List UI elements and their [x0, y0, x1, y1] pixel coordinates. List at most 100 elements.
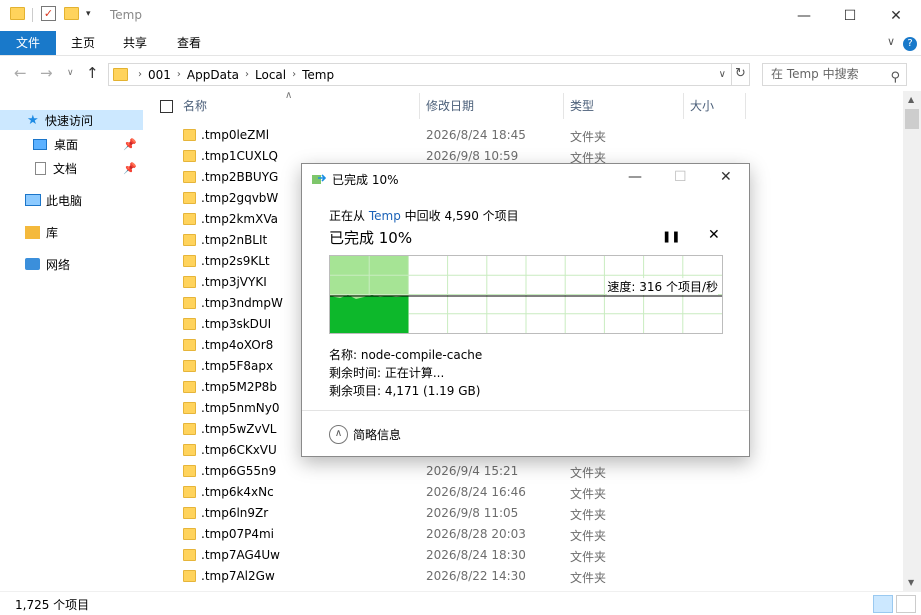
tab-share[interactable]: 共享	[109, 31, 161, 55]
pin-icon[interactable]: 📌	[123, 162, 137, 175]
file-type: 文件夹	[570, 130, 607, 144]
fewer-details-toggle[interactable]: ∧ 简略信息	[329, 425, 401, 444]
breadcrumb-appdata[interactable]: AppData	[181, 68, 245, 82]
properties-icon[interactable]: ✓	[41, 6, 56, 21]
sidebar-item-this-pc[interactable]: 此电脑	[0, 190, 143, 210]
tab-file[interactable]: 文件	[0, 31, 56, 55]
new-folder-icon[interactable]	[64, 7, 79, 20]
folder-icon	[183, 276, 196, 288]
file-name[interactable]: .tmp6k4xNc	[201, 485, 274, 499]
file-type: 文件夹	[570, 508, 607, 522]
file-name[interactable]: .tmp7AG4Uw	[201, 548, 280, 562]
file-name[interactable]: .tmp07P4mi	[201, 527, 274, 541]
file-name[interactable]: .tmp5wZvVL	[201, 422, 277, 436]
vertical-scrollbar[interactable]: ▲ ▼	[903, 91, 921, 591]
pin-icon[interactable]: 📌	[123, 138, 137, 151]
file-name[interactable]: .tmp6G55n9	[201, 464, 276, 478]
pause-button[interactable]: ❚❚	[662, 230, 680, 243]
file-name[interactable]: .tmp6ln9Zr	[201, 506, 268, 520]
file-name[interactable]: .tmp5M2P8b	[201, 380, 277, 394]
column-divider[interactable]	[419, 93, 420, 119]
table-row[interactable]: .tmp0leZMl 2026/8/24 18:45 文件夹	[147, 125, 903, 146]
up-arrow-icon[interactable]: ↑	[86, 64, 99, 82]
file-name[interactable]: .tmp2gqvbW	[201, 191, 278, 205]
file-name[interactable]: .tmp2BBUYG	[201, 170, 278, 184]
folder-icon	[183, 318, 196, 330]
item-name: 名称: node-compile-cache	[329, 348, 483, 362]
file-name[interactable]: .tmp2s9KLt	[201, 254, 270, 268]
cancel-button[interactable]: ✕	[708, 227, 720, 243]
help-icon[interactable]: ?	[903, 37, 917, 51]
file-name[interactable]: .tmp2nBLIt	[201, 233, 267, 247]
file-name[interactable]: .tmp3jVYKI	[201, 275, 267, 289]
large-icons-view-icon[interactable]	[896, 595, 916, 613]
table-row[interactable]: .tmp6k4xNc 2026/8/24 16:46 文件夹	[147, 482, 903, 503]
sidebar-item-quick-access[interactable]: ★ 快速访问	[0, 110, 143, 130]
customize-toolbar-icon[interactable]: ▾	[86, 9, 91, 19]
folder-icon	[183, 360, 196, 372]
sidebar-item-documents[interactable]: 文档 📌	[0, 158, 143, 178]
sidebar-item-network[interactable]: 网络	[0, 254, 143, 274]
tab-view[interactable]: 查看	[163, 31, 215, 55]
folder-icon	[183, 171, 196, 183]
progress-headline: 已完成 10%	[329, 229, 413, 247]
fewer-details-label: 简略信息	[353, 428, 402, 442]
sidebar-item-label: 网络	[46, 257, 71, 272]
search-input[interactable]: 在 Temp 中搜索 ⚲	[762, 63, 907, 86]
speed-area	[330, 295, 409, 333]
folder-icon	[183, 213, 196, 225]
column-header-date[interactable]: 修改日期	[426, 91, 474, 121]
column-divider[interactable]	[563, 93, 564, 119]
sidebar-item-label: 桌面	[54, 137, 79, 152]
column-header-type[interactable]: 类型	[570, 91, 594, 121]
column-divider[interactable]	[745, 93, 746, 119]
dialog-minimize-button[interactable]: —	[628, 169, 642, 185]
file-name[interactable]: .tmp5nmNy0	[201, 401, 279, 415]
sidebar-item-libraries[interactable]: 库	[0, 222, 143, 242]
sidebar-item-label: 文档	[53, 161, 78, 176]
file-name[interactable]: .tmp5F8apx	[201, 359, 273, 373]
address-dropdown-icon[interactable]: ∨	[714, 69, 731, 80]
select-all-checkbox[interactable]	[160, 100, 173, 113]
close-button[interactable]: ✕	[873, 0, 919, 31]
column-divider[interactable]	[683, 93, 684, 119]
recent-locations-icon[interactable]: ∨	[67, 68, 74, 78]
file-name[interactable]: .tmp7Al2Gw	[201, 569, 275, 583]
details-view-icon[interactable]	[873, 595, 893, 613]
source-folder-link[interactable]: Temp	[369, 209, 401, 223]
ribbon-expand-icon[interactable]: ∨	[887, 35, 895, 48]
folder-icon	[10, 7, 25, 20]
file-name[interactable]: .tmp3ndmpW	[201, 296, 283, 310]
file-name[interactable]: .tmp4oXOr8	[201, 338, 273, 352]
forward-arrow-icon[interactable]: →	[40, 64, 53, 82]
table-row[interactable]: .tmp07P4mi 2026/8/28 20:03 文件夹	[147, 524, 903, 545]
breadcrumb-001[interactable]: 001	[142, 68, 177, 82]
table-row[interactable]: .tmp7AG4Uw 2026/8/24 18:30 文件夹	[147, 545, 903, 566]
scroll-down-icon[interactable]: ▼	[908, 578, 914, 587]
scroll-up-icon[interactable]: ▲	[908, 95, 914, 104]
table-row[interactable]: .tmp7Al2Gw 2026/8/22 14:30 文件夹	[147, 566, 903, 587]
breadcrumb-temp[interactable]: Temp	[296, 68, 340, 82]
refresh-icon[interactable]: ↻	[731, 64, 749, 85]
breadcrumb-local[interactable]: Local	[249, 68, 292, 82]
file-name[interactable]: .tmp2kmXVa	[201, 212, 278, 226]
file-name[interactable]: .tmp6CKxVU	[201, 443, 277, 457]
address-bar[interactable]: › 001 › AppData › Local › Temp ∨ ↻	[108, 63, 750, 86]
dialog-close-button[interactable]: ✕	[720, 169, 732, 185]
maximize-button[interactable]: ☐	[827, 0, 873, 31]
column-header-name[interactable]: 名称	[183, 91, 207, 121]
scrollbar-thumb[interactable]	[905, 109, 919, 129]
file-name[interactable]: .tmp3skDUI	[201, 317, 271, 331]
column-header-size[interactable]: 大小	[690, 91, 714, 121]
sidebar-item-label: 库	[46, 225, 59, 240]
folder-icon	[113, 68, 128, 81]
file-name[interactable]: .tmp0leZMl	[201, 128, 269, 142]
sidebar-item-desktop[interactable]: 桌面 📌	[0, 134, 143, 154]
file-name[interactable]: .tmp1CUXLQ	[201, 149, 278, 163]
table-row[interactable]: .tmp6G55n9 2026/9/4 15:21 文件夹	[147, 461, 903, 482]
back-arrow-icon[interactable]: ←	[14, 64, 27, 82]
table-row[interactable]: .tmp6ln9Zr 2026/9/8 11:05 文件夹	[147, 503, 903, 524]
tab-home[interactable]: 主页	[57, 31, 109, 55]
minimize-button[interactable]: —	[781, 0, 827, 31]
file-date: 2026/8/22 14:30	[426, 569, 526, 583]
